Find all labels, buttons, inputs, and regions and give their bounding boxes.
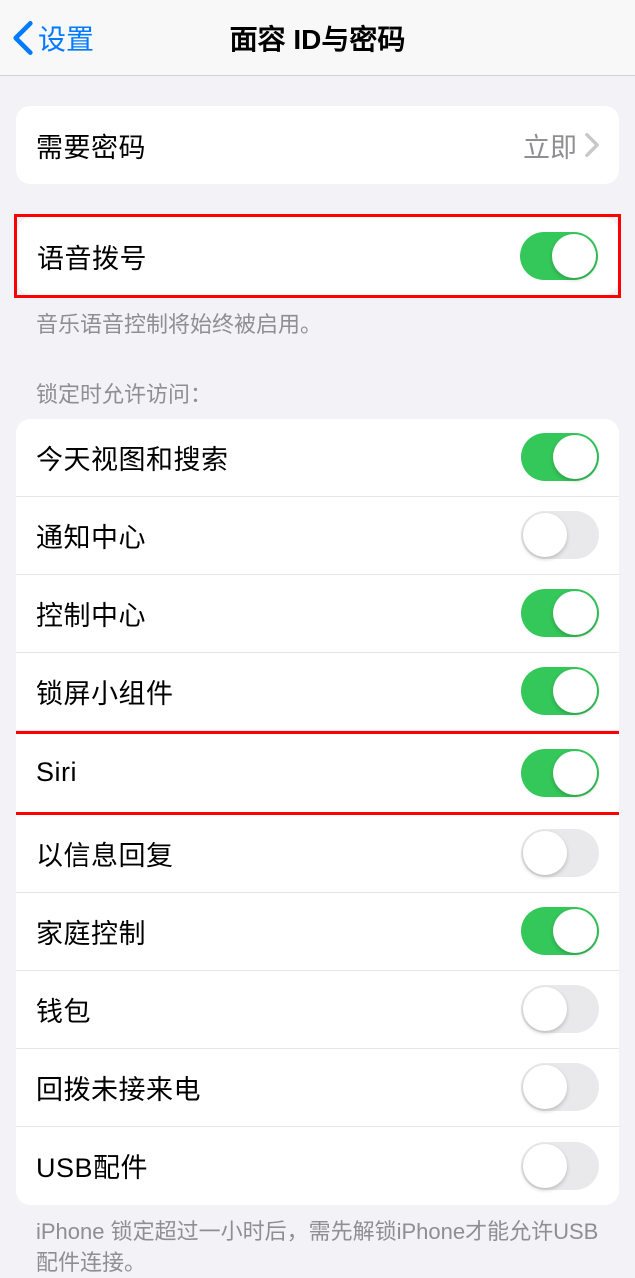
row-right: 立即 bbox=[523, 126, 599, 165]
allow-access-toggle[interactable] bbox=[521, 589, 599, 637]
allow-access-row: 今天视图和搜索 bbox=[16, 419, 619, 497]
require-passcode-value: 立即 bbox=[523, 126, 577, 165]
voice-dial-label: 语音拨号 bbox=[37, 237, 147, 276]
allow-access-item-label: 家庭控制 bbox=[36, 912, 146, 951]
allow-access-footer: iPhone 锁定超过一小时后，需先解锁iPhone才能允许USB 配件连接。 bbox=[16, 1205, 619, 1278]
allow-access-toggle[interactable] bbox=[521, 829, 599, 877]
allow-access-item-label: 锁屏小组件 bbox=[36, 672, 174, 711]
allow-access-row: 钱包 bbox=[16, 971, 619, 1049]
allow-access-row: 控制中心 bbox=[16, 575, 619, 653]
highlight-annotation-voice-dial: 语音拨号 bbox=[14, 214, 621, 298]
content-area: 需要密码 立即 语音拨号 音乐语音控制将始终被启用。 锁定时允许访问： 今天视图… bbox=[0, 106, 635, 1278]
allow-access-toggle[interactable] bbox=[521, 985, 599, 1033]
navigation-bar: 设置 面容 ID与密码 bbox=[0, 0, 635, 76]
voice-dial-footer: 音乐语音控制将始终被启用。 bbox=[16, 298, 619, 341]
toggle-knob bbox=[523, 1144, 567, 1188]
back-button[interactable]: 设置 bbox=[0, 18, 94, 58]
toggle-knob bbox=[523, 513, 567, 557]
allow-access-item-label: 回拨未接来电 bbox=[36, 1068, 201, 1107]
voice-dial-toggle[interactable] bbox=[520, 232, 598, 280]
toggle-knob bbox=[523, 1065, 567, 1109]
require-passcode-row[interactable]: 需要密码 立即 bbox=[16, 106, 619, 184]
allow-access-item-label: 控制中心 bbox=[36, 594, 146, 633]
chevron-left-icon bbox=[12, 19, 34, 57]
allow-access-header: 锁定时允许访问： bbox=[16, 341, 619, 419]
voice-dial-section: 语音拨号 bbox=[17, 217, 618, 295]
toggle-knob bbox=[553, 909, 597, 953]
back-label: 设置 bbox=[38, 18, 94, 58]
chevron-right-icon bbox=[585, 133, 599, 157]
allow-access-toggle[interactable] bbox=[521, 1142, 599, 1190]
toggle-knob bbox=[523, 831, 567, 875]
allow-access-toggle[interactable] bbox=[521, 511, 599, 559]
allow-access-row: 回拨未接来电 bbox=[16, 1049, 619, 1127]
highlight-annotation-siri: Siri bbox=[16, 731, 619, 815]
allow-access-row: USB配件 bbox=[16, 1127, 619, 1205]
toggle-knob bbox=[553, 435, 597, 479]
voice-dial-row: 语音拨号 bbox=[17, 217, 618, 295]
require-passcode-label: 需要密码 bbox=[36, 126, 146, 165]
allow-access-item-label: USB配件 bbox=[36, 1146, 148, 1185]
allow-access-row: 以信息回复 bbox=[16, 815, 619, 893]
allow-access-toggle[interactable] bbox=[521, 907, 599, 955]
toggle-knob bbox=[523, 987, 567, 1031]
toggle-knob bbox=[552, 234, 596, 278]
allow-access-toggle[interactable] bbox=[521, 749, 599, 797]
allow-access-row: 家庭控制 bbox=[16, 893, 619, 971]
allow-access-section: 今天视图和搜索通知中心控制中心锁屏小组件 Siri 以信息回复家庭控制钱包回拨未接来… bbox=[16, 419, 619, 1205]
toggle-knob bbox=[553, 669, 597, 713]
allow-access-row: Siri bbox=[16, 734, 619, 812]
allow-access-item-label: 通知中心 bbox=[36, 516, 146, 555]
allow-access-toggle[interactable] bbox=[521, 667, 599, 715]
allow-access-toggle[interactable] bbox=[521, 1063, 599, 1111]
allow-access-row: 通知中心 bbox=[16, 497, 619, 575]
allow-access-item-label: 钱包 bbox=[36, 990, 91, 1029]
page-title: 面容 ID与密码 bbox=[230, 18, 406, 58]
allow-access-toggle[interactable] bbox=[521, 433, 599, 481]
require-passcode-section: 需要密码 立即 bbox=[16, 106, 619, 184]
allow-access-item-label: Siri bbox=[36, 757, 77, 788]
allow-access-row: 锁屏小组件 bbox=[16, 653, 619, 731]
allow-access-item-label: 以信息回复 bbox=[36, 834, 174, 873]
toggle-knob bbox=[553, 751, 597, 795]
toggle-knob bbox=[553, 591, 597, 635]
allow-access-item-label: 今天视图和搜索 bbox=[36, 438, 229, 477]
